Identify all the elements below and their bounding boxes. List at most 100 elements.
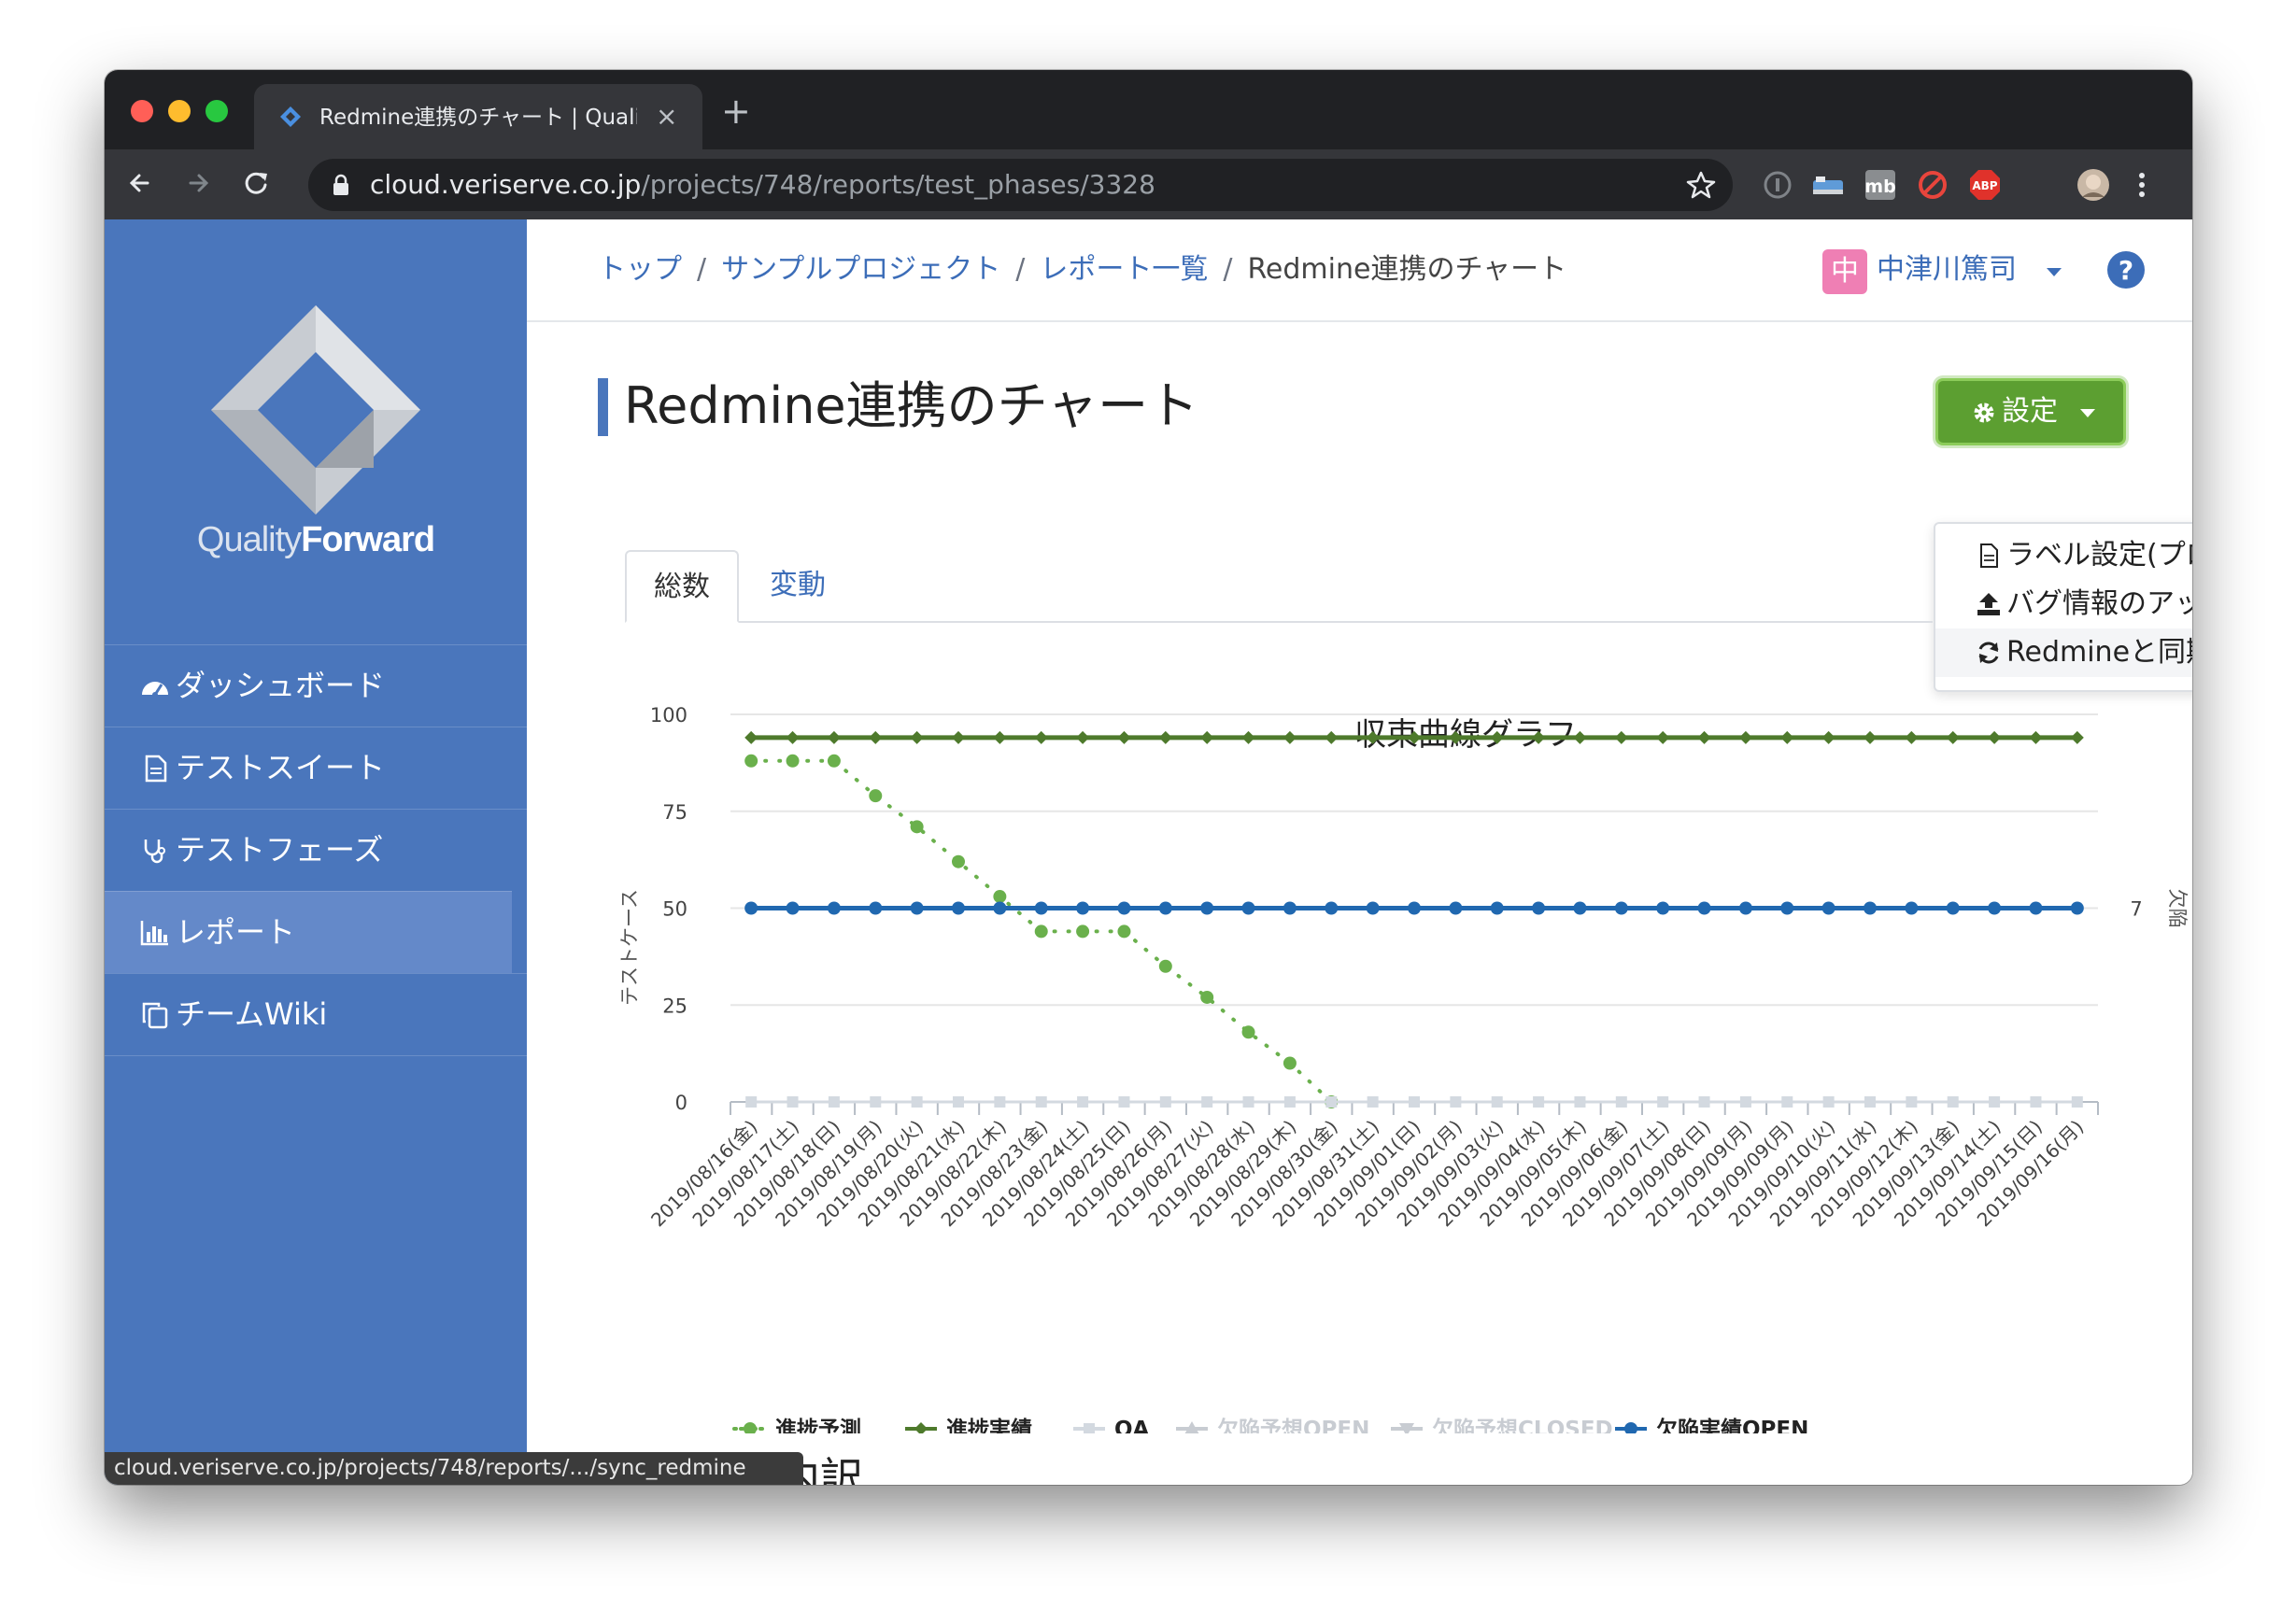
logo-wordmark: QualityForward <box>105 520 527 560</box>
data-point <box>1409 1096 1420 1108</box>
tab-close-icon[interactable]: × <box>656 101 677 133</box>
address-bar[interactable]: cloud.veriserve.co.jp/projects/748/repor… <box>308 159 1733 211</box>
data-point <box>827 730 841 744</box>
legend-item: QA <box>1073 1418 1150 1433</box>
reload-icon[interactable] <box>235 162 276 204</box>
data-point <box>1657 1096 1669 1108</box>
data-point <box>1241 1025 1255 1039</box>
legend-marker <box>1084 1423 1095 1433</box>
data-point <box>869 901 883 915</box>
data-point <box>744 730 758 744</box>
sidebar: QualityForward ダッシュボード テストスイート テストフェーズ レ… <box>105 219 527 1485</box>
data-point <box>1450 1096 1462 1108</box>
data-point <box>1821 730 1835 744</box>
extension-sled-icon[interactable] <box>1810 167 1846 203</box>
data-point <box>1076 730 1090 744</box>
data-point <box>869 730 883 744</box>
y-tick-label: 25 <box>662 995 687 1017</box>
sidebar-item-test-phase[interactable]: テストフェーズ <box>105 809 527 891</box>
data-point <box>911 1096 923 1108</box>
sidebar-item-label: テストフェーズ <box>176 832 384 868</box>
data-point <box>1697 901 1711 915</box>
url-path: /projects/748/reports/test_phases/3328 <box>641 169 1155 200</box>
data-point <box>2071 1096 2083 1108</box>
data-point <box>1946 901 1960 915</box>
y2-axis-label: 欠陥 <box>2166 889 2189 928</box>
data-point <box>910 901 924 915</box>
data-point <box>1283 1096 1296 1108</box>
data-point <box>952 901 965 915</box>
data-point <box>1117 924 1131 939</box>
data-point <box>1325 730 1339 744</box>
data-point <box>1615 1096 1627 1108</box>
sidebar-item-team-wiki[interactable]: チームWiki <box>105 973 527 1055</box>
data-point <box>1200 901 1214 915</box>
data-point <box>1905 730 1919 744</box>
window-close-button[interactable] <box>131 100 153 122</box>
data-point <box>1325 901 1339 915</box>
forward-icon[interactable] <box>177 162 219 204</box>
extension-info-icon[interactable] <box>1760 167 1795 203</box>
legend-marker <box>744 1422 757 1433</box>
data-point <box>1491 1096 1503 1108</box>
series-0 <box>744 754 1339 1108</box>
bar-chart-icon <box>140 921 168 946</box>
data-point <box>1283 730 1297 744</box>
legend-item: 欠陥予想OPEN <box>1176 1417 1369 1433</box>
extension-block-icon[interactable] <box>1915 167 1950 203</box>
back-icon[interactable] <box>120 162 161 204</box>
legend-label: 進捗予測 <box>775 1418 861 1433</box>
data-point <box>1656 901 1670 915</box>
data-point <box>744 754 758 768</box>
legend-item: 進捗実績 <box>905 1417 1032 1433</box>
series-1 <box>744 730 2084 744</box>
sidebar-item-dashboard[interactable]: ダッシュボード <box>105 644 527 727</box>
browser-toolbar: cloud.veriserve.co.jp/projects/748/repor… <box>105 149 2192 219</box>
data-point <box>1864 730 1877 744</box>
logo-text-bold: Forward <box>301 520 435 559</box>
browser-menu-icon[interactable] <box>2124 167 2160 203</box>
data-point <box>1034 924 1048 939</box>
y-axis-label: テストケース <box>618 889 641 1006</box>
data-point <box>1821 901 1835 915</box>
data-point <box>786 730 800 744</box>
sidebar-item-report[interactable]: レポート <box>105 891 512 973</box>
data-point <box>1864 1096 1876 1108</box>
data-point <box>1158 730 1172 744</box>
new-tab-button[interactable]: + <box>721 93 751 129</box>
data-point <box>2070 730 2084 744</box>
tab-title: Redmine連携のチャート | Quality Forward <box>319 106 637 130</box>
data-point <box>1780 901 1794 915</box>
data-point <box>1034 901 1048 915</box>
bookmark-star-icon[interactable] <box>1686 170 1716 200</box>
data-point <box>1034 730 1048 744</box>
sidebar-item-label: テストスイート <box>176 750 386 785</box>
window-zoom-button[interactable] <box>206 100 228 122</box>
data-point <box>1988 901 2002 915</box>
data-point <box>952 854 965 868</box>
sidebar-item-label: ダッシュボード <box>176 668 386 703</box>
window-minimize-button[interactable] <box>168 100 191 122</box>
data-point <box>1076 901 1090 915</box>
quality-forward-favicon-icon <box>280 106 301 127</box>
file-icon <box>145 755 167 783</box>
data-point <box>744 901 758 915</box>
data-point <box>2029 901 2043 915</box>
adblock-plus-icon[interactable]: ABP <box>1967 167 2003 203</box>
sidebar-item-test-suite[interactable]: テストスイート <box>105 727 527 809</box>
data-point <box>1698 1096 1710 1108</box>
data-point <box>827 901 841 915</box>
extension-mb-icon[interactable]: mb <box>1863 167 1898 203</box>
data-point <box>1077 1096 1089 1108</box>
legend-label: 欠陥予想CLOSED <box>1432 1417 1613 1433</box>
data-point <box>827 754 841 768</box>
data-point <box>1241 901 1255 915</box>
profile-avatar-icon[interactable] <box>2076 167 2111 203</box>
sidebar-item-label: チームWiki <box>176 996 328 1032</box>
browser-tab[interactable]: Redmine連携のチャート | Quality Forward × <box>254 84 702 149</box>
quality-forward-logo-icon <box>211 305 420 515</box>
copy-icon <box>142 1002 168 1029</box>
data-point <box>1490 901 1504 915</box>
convergence-chart: 収束曲線グラフ0255075100テストケース 7 欠陥2019/08/16(金)2… <box>618 704 2189 1433</box>
data-point <box>993 890 1007 904</box>
